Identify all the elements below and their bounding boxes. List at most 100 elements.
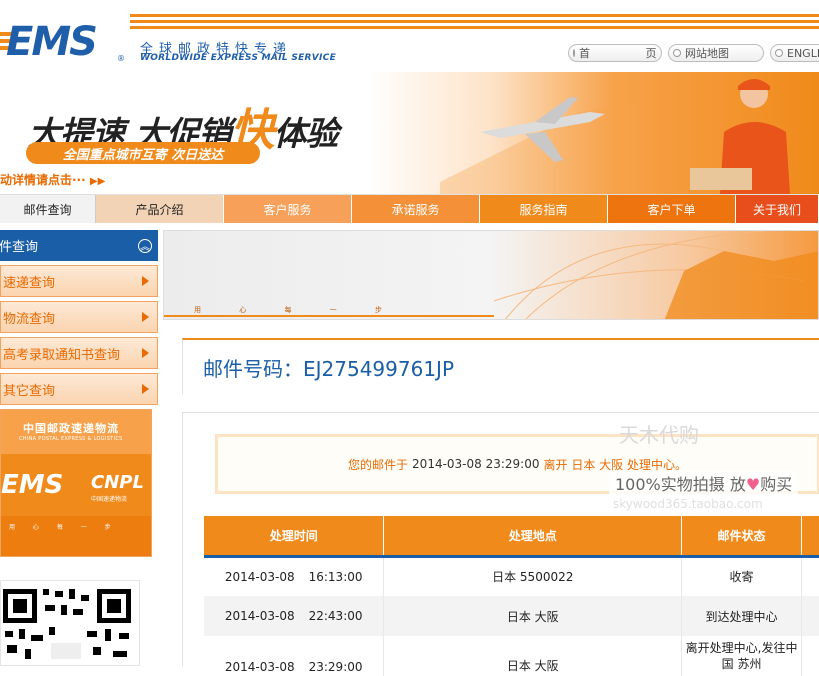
triangle-right-icon <box>142 312 149 322</box>
main-nav: 邮件查询 产品介绍 客户服务 承诺服务 服务指南 客户下单 关于我们 <box>0 194 819 223</box>
bullet-icon <box>775 49 783 57</box>
time-value: 22:43:00 <box>308 609 363 623</box>
column-header-extra <box>801 516 819 558</box>
place-cell: 日本 大阪 <box>383 636 683 676</box>
triangle-right-icon <box>142 276 149 286</box>
promo-strip: 用 心 每 一 步 <box>1 516 151 556</box>
chevron-up-icon[interactable]: ︽ <box>138 238 152 253</box>
registered-icon: ® <box>117 54 125 63</box>
column-header-status: 邮件状态 <box>681 516 802 558</box>
column-header-time: 处理时间 <box>204 516 385 558</box>
qr-code-icon <box>3 589 131 659</box>
watermark-slogan: 100%实物拍摄 放♥购买 <box>609 471 799 495</box>
table-row: 2014-03-08 16:13:00 日本 5500022 收寄 <box>204 556 819 596</box>
time-cell: 2014-03-08 16:13:00 <box>204 556 385 596</box>
promo-banner[interactable]: 大提速 大促销快体验 全国重点城市互寄 次日送达 动详情请点击··· ▶▶ <box>0 72 819 194</box>
nav-place-order[interactable]: 客户下单 <box>608 195 736 223</box>
mail-number-label: 邮件号码：EJ275499761JP <box>203 357 455 381</box>
courier-person-icon <box>690 79 790 194</box>
table-row: 2014-03-08 22:43:00 日本 大阪 到达处理中心 <box>204 596 819 636</box>
sidebar-item-express[interactable]: 速递查询 <box>0 265 158 297</box>
banner-subtitle: 全国重点城市互寄 次日送达 <box>26 142 260 164</box>
status-datetime: 2014-03-08 23:29:00 <box>412 457 540 471</box>
status-prefix: 您的邮件于 <box>348 457 409 472</box>
extra-cell <box>801 636 819 676</box>
banner-strip-text: 用 心 每 一 步 <box>194 306 400 314</box>
english-link-label: ENGLI <box>787 46 819 60</box>
sidebar-item-other[interactable]: 其它查询 <box>0 373 158 405</box>
header-stripes <box>130 14 819 32</box>
tracking-table: 处理时间 处理地点 邮件状态 2014-03-08 16:13:00 日本 550… <box>204 516 819 676</box>
main-banner: 用 心 每 一 步 <box>163 230 819 320</box>
watermark-url: skywood365.taobao.com <box>613 497 763 511</box>
sidebar-item-label: 其它查询 <box>3 383 56 399</box>
promo-strip-text: 用 心 每 一 步 <box>9 524 119 531</box>
sidebar-item-label: 物流查询 <box>3 311 56 327</box>
top-links: 首 页 网站地图 ENGLI <box>568 44 819 62</box>
status-cell: 收寄 <box>681 556 802 596</box>
nav-customer-service[interactable]: 客户服务 <box>224 195 352 223</box>
promo-en-name: CHINA POSTAL EXPRESS & LOGISTICS <box>19 436 123 442</box>
sitemap-link-label: 网站地图 <box>685 47 729 60</box>
banner-title-part2: 体验 <box>273 114 339 153</box>
status-cell: 到达处理中心 <box>681 596 802 636</box>
date-value: 2014-03-08 <box>224 660 295 674</box>
place-cell: 日本 大阪 <box>383 596 683 636</box>
extra-cell <box>801 556 819 596</box>
triangle-right-icon <box>142 384 149 394</box>
watermark-slogan-part1: 100%实物拍摄 <box>615 475 725 494</box>
home-link-label: 首 页 <box>579 47 683 60</box>
bullet-icon <box>673 49 681 57</box>
time-cell: 2014-03-08 23:29:00 <box>204 636 385 676</box>
extra-cell <box>801 596 819 636</box>
heart-icon: ♥ <box>745 475 761 494</box>
english-link[interactable]: ENGLI <box>770 44 819 62</box>
nav-products[interactable]: 产品介绍 <box>96 195 224 223</box>
cnpl-promo[interactable]: 中国邮政速递物流 CHINA POSTAL EXPRESS & LOGISTIC… <box>0 409 152 557</box>
sidebar-item-label: 高考录取通知书查询 <box>3 347 121 363</box>
sidebar-item-label: 速递查询 <box>3 275 56 291</box>
watermark-shop-name: 天木代购 <box>619 423 699 447</box>
promo-cnpl-logo: CNPL <box>91 472 144 493</box>
banner-detail-link[interactable]: 动详情请点击··· ▶▶ <box>0 171 105 188</box>
time-cell: 2014-03-08 22:43:00 <box>204 596 385 636</box>
date-value: 2014-03-08 <box>224 609 295 623</box>
promo-ems-logo: EMS <box>1 470 64 500</box>
table-header-row: 处理时间 处理地点 邮件状态 <box>204 516 819 558</box>
table-row: 2014-03-08 23:29:00 日本 大阪 离开处理中心,发往中国 苏州 <box>204 636 819 676</box>
airplane-icon <box>440 97 640 194</box>
sidebar-item-admission-notice[interactable]: 高考录取通知书查询 <box>0 337 158 369</box>
sidebar: 邮件查询 ︽ 速递查询 物流查询 高考录取通知书查询 其它查询 中国邮政速递物流… <box>0 230 158 557</box>
ems-logo[interactable]: EMS ® <box>0 12 130 65</box>
nav-service-guide[interactable]: 服务指南 <box>480 195 608 223</box>
time-value: 16:13:00 <box>308 569 363 584</box>
bullet-icon <box>573 49 575 57</box>
status-cell: 离开处理中心,发往中国 苏州 <box>681 636 802 676</box>
date-value: 2014-03-08 <box>224 569 295 584</box>
site-header: EMS ® 全球邮政特快专递 WORLDWIDE EXPRESS MAIL SE… <box>0 0 819 72</box>
place-cell: 日本 5500022 <box>383 556 683 596</box>
banner-detail-link-label: 动详情请点击··· <box>0 173 86 187</box>
status-suffix: 离开 日本 大阪 处理中心。 <box>543 457 687 472</box>
sidebar-heading[interactable]: 邮件查询 ︽ <box>0 230 158 261</box>
banner-divider-line <box>164 315 494 317</box>
logo-text: EMS <box>6 19 98 65</box>
sidebar-item-logistics[interactable]: 物流查询 <box>0 301 158 333</box>
watermark-slogan-part3: 购买 <box>760 475 793 494</box>
time-value: 23:29:00 <box>308 660 363 674</box>
qr-code <box>0 580 140 666</box>
watermark-slogan-part2: 放 <box>729 475 746 494</box>
sitemap-link[interactable]: 网站地图 <box>668 44 764 62</box>
promo-header: 中国邮政速递物流 CHINA POSTAL EXPRESS & LOGISTIC… <box>1 410 151 454</box>
home-link[interactable]: 首 页 <box>568 44 662 62</box>
promo-cn-name: 中国邮政速递物流 <box>23 422 119 435</box>
nav-commitment[interactable]: 承诺服务 <box>352 195 480 223</box>
column-header-place: 处理地点 <box>383 516 683 558</box>
nav-mail-query[interactable]: 邮件查询 <box>0 195 96 223</box>
double-arrow-icon: ▶▶ <box>89 176 106 187</box>
promo-cnpl-sub: 中国速递物流 <box>91 496 128 503</box>
nav-about[interactable]: 关于我们 <box>736 195 819 223</box>
triangle-right-icon <box>142 348 149 358</box>
mail-number-box: 邮件号码：EJ275499761JP <box>182 338 819 394</box>
brand-english-name: WORLDWIDE EXPRESS MAIL SERVICE <box>140 53 337 63</box>
